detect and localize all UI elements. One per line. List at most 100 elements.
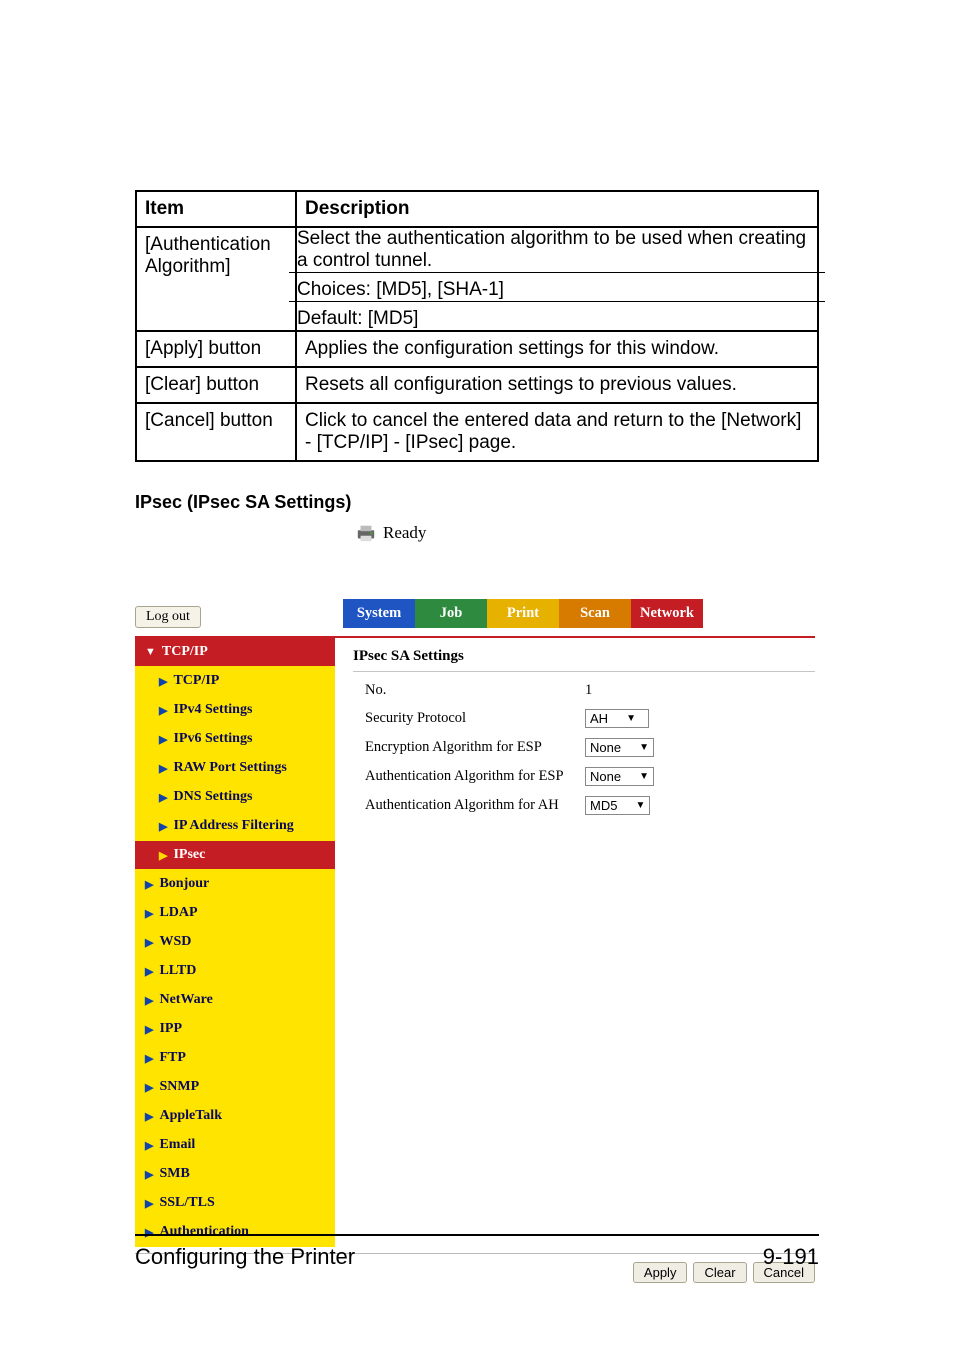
description-table: Item Description [Authentication Algorit… <box>135 190 819 462</box>
chevron-down-icon: ▼ <box>145 646 156 658</box>
tab-network[interactable]: Network <box>631 599 703 628</box>
cell-desc: Applies the configuration settings for t… <box>296 331 818 367</box>
cell-desc: Click to cancel the entered data and ret… <box>296 403 818 461</box>
sidebar-item-label: IPsec <box>173 847 205 863</box>
sidebar-item-ftp[interactable]: ▶ FTP <box>135 1044 335 1073</box>
select-auth-ah[interactable]: MD5 ▼ <box>585 796 650 815</box>
sidebar-item-label: SSL/TLS <box>159 1195 214 1211</box>
chevron-right-icon: ▶ <box>145 878 153 891</box>
sidebar-item-email[interactable]: ▶ Email <box>135 1131 335 1160</box>
tab-job[interactable]: Job <box>415 599 487 628</box>
logout-button[interactable]: Log out <box>135 606 201 628</box>
panel-title: IPsec SA Settings <box>353 642 815 672</box>
desc-line: Select the authentication algorithm to b… <box>289 222 825 278</box>
sidebar-item-label: SMB <box>159 1166 189 1182</box>
printer-icon <box>355 523 377 543</box>
row-security-protocol: Security Protocol AH ▼ <box>353 709 815 728</box>
sidebar-head-tcpip[interactable]: ▼ TCP/IP <box>135 638 335 667</box>
sidebar-item-label: Bonjour <box>159 876 209 892</box>
sidebar-item-label: LLTD <box>159 963 196 979</box>
sidebar-item-label: SNMP <box>159 1079 199 1095</box>
chevron-down-icon: ▼ <box>635 800 645 811</box>
cell-desc: Select the authentication algorithm to b… <box>296 227 818 331</box>
label-auth-ah: Authentication Algorithm for AH <box>353 797 585 814</box>
chevron-right-icon: ▶ <box>145 1023 153 1036</box>
cell-item: [Apply] button <box>136 331 296 367</box>
select-value: MD5 <box>590 798 617 813</box>
sidebar-item-ssltls[interactable]: ▶ SSL/TLS <box>135 1189 335 1218</box>
chevron-right-icon: ▶ <box>145 1168 153 1181</box>
table-row: [Cancel] button Click to cancel the ente… <box>136 403 818 461</box>
row-enc-esp: Encryption Algorithm for ESP None ▼ <box>353 738 815 757</box>
sidebar-item-label: IPP <box>159 1021 182 1037</box>
sidebar-item-lltd[interactable]: ▶ LLTD <box>135 957 335 986</box>
chevron-down-icon: ▼ <box>639 742 649 753</box>
sidebar-item-label: DNS Settings <box>173 789 252 805</box>
chevron-right-icon: ▶ <box>145 907 153 920</box>
sidebar-item-ipp[interactable]: ▶ IPP <box>135 1015 335 1044</box>
chevron-right-icon: ▶ <box>159 820 167 833</box>
sidebar-item-label: WSD <box>159 934 191 950</box>
page-footer: Configuring the Printer 9-191 <box>135 1234 819 1270</box>
sidebar-item-snmp[interactable]: ▶ SNMP <box>135 1073 335 1102</box>
sidebar-sub-ipfilter[interactable]: ▶IP Address Filtering <box>135 812 335 841</box>
sidebar-item-label: IPv4 Settings <box>173 702 252 718</box>
cell-item: [Clear] button <box>136 367 296 403</box>
sidebar-item-label: Email <box>159 1137 195 1153</box>
chevron-down-icon: ▼ <box>626 713 636 724</box>
sidebar-sub-tcpip[interactable]: ▶TCP/IP <box>135 667 335 696</box>
tab-scan[interactable]: Scan <box>559 599 631 628</box>
col-item: Item <box>136 191 296 227</box>
chevron-right-icon: ▶ <box>145 1139 153 1152</box>
chevron-right-icon: ▶ <box>145 1052 153 1065</box>
tab-system[interactable]: System <box>343 599 415 628</box>
footer-title: Configuring the Printer <box>135 1244 355 1270</box>
row-no: No. 1 <box>353 682 815 699</box>
sidebar-item-appletalk[interactable]: ▶AppleTalk <box>135 1102 335 1131</box>
chevron-right-icon: ▶ <box>159 849 167 862</box>
chevron-right-icon: ▶ <box>145 1197 153 1210</box>
label-enc-esp: Encryption Algorithm for ESP <box>353 739 585 756</box>
select-value: None <box>590 769 621 784</box>
select-auth-esp[interactable]: None ▼ <box>585 767 654 786</box>
chevron-right-icon: ▶ <box>145 1081 153 1094</box>
section-title: IPsec (IPsec SA Settings) <box>135 492 819 513</box>
chevron-right-icon: ▶ <box>159 675 167 688</box>
select-value: None <box>590 740 621 755</box>
sidebar-item-label: FTP <box>159 1050 185 1066</box>
sidebar-sub-ipsec[interactable]: ▶ IPsec <box>135 841 335 870</box>
sidebar-item-label: AppleTalk <box>159 1108 222 1124</box>
chevron-down-icon: ▼ <box>639 771 649 782</box>
chevron-right-icon: ▶ <box>159 704 167 717</box>
select-enc-esp[interactable]: None ▼ <box>585 738 654 757</box>
sidebar-item-ldap[interactable]: ▶ LDAP <box>135 899 335 928</box>
table-row: [Clear] button Resets all configuration … <box>136 367 818 403</box>
cell-desc: Resets all configuration settings to pre… <box>296 367 818 403</box>
chevron-right-icon: ▶ <box>145 965 153 978</box>
page-number: 9-191 <box>763 1244 819 1270</box>
sidebar-item-wsd[interactable]: ▶ WSD <box>135 928 335 957</box>
value-no: 1 <box>585 682 592 699</box>
sidebar-item-label: IPv6 Settings <box>173 731 252 747</box>
settings-panel: IPsec SA Settings No. 1 Security Protoco… <box>335 636 815 1247</box>
table-row: [Apply] button Applies the configuration… <box>136 331 818 367</box>
sidebar-item-label: LDAP <box>159 905 197 921</box>
sidebar-sub-rawport[interactable]: ▶RAW Port Settings <box>135 754 335 783</box>
label-auth-esp: Authentication Algorithm for ESP <box>353 768 585 785</box>
sidebar-item-label: RAW Port Settings <box>173 760 286 776</box>
select-security-protocol[interactable]: AH ▼ <box>585 709 649 728</box>
app-frame: Log out System Job Print Scan Network ▼ … <box>135 599 815 1283</box>
sidebar-head-label: TCP/IP <box>162 644 208 660</box>
sidebar-sub-dns[interactable]: ▶DNS Settings <box>135 783 335 812</box>
label-no: No. <box>353 682 585 699</box>
row-auth-ah: Authentication Algorithm for AH MD5 ▼ <box>353 796 815 815</box>
chevron-right-icon: ▶ <box>145 936 153 949</box>
sidebar-item-bonjour[interactable]: ▶ Bonjour <box>135 870 335 899</box>
sidebar-item-smb[interactable]: ▶ SMB <box>135 1160 335 1189</box>
cell-item: [Authentication Algorithm] <box>136 227 296 331</box>
sidebar-sub-ipv4[interactable]: ▶ IPv4 Settings <box>135 696 335 725</box>
tab-print[interactable]: Print <box>487 599 559 628</box>
ready-status: Ready <box>383 523 426 543</box>
sidebar-sub-ipv6[interactable]: ▶IPv6 Settings <box>135 725 335 754</box>
sidebar-item-netware[interactable]: ▶NetWare <box>135 986 335 1015</box>
